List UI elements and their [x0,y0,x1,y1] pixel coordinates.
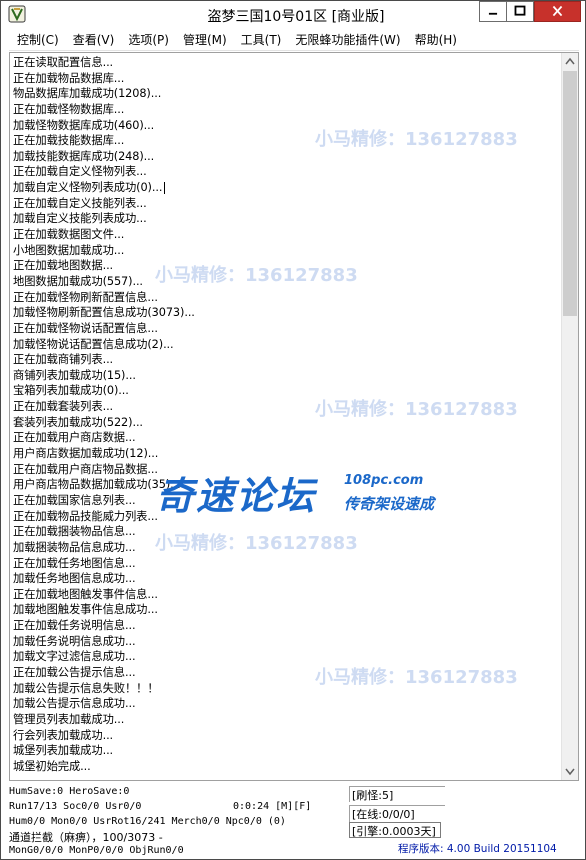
status-run: Run17/13 Soc0/0 Usr0/0 [9,801,142,812]
log-line: 城堡列表加载成功... [13,744,114,758]
status-hum: HumSave:0 HeroSave:0 [9,786,130,797]
log-line: 加载怪物刷新配置信息成功(3073)... [13,306,195,320]
log-line: 加载任务地图信息成功... [13,572,136,586]
log-line: 正在加载任务地图信息... [13,556,136,570]
watermark-text: 小马精修：136127883 [155,533,358,554]
log-line: 物品数据库加载成功(1208)... [13,87,162,101]
menu-options[interactable]: 选项(P) [120,30,175,50]
menu-bar: 控制(C) 查看(V) 选项(P) 管理(M) 工具(T) 无限蜂功能插件(W)… [9,30,579,51]
log-line: 正在加载自定义怪物列表... [13,165,147,179]
window-title: 盗梦三国10号01区 [商业版] [207,9,385,25]
log-line: 正在加载怪物说话配置信息... [13,321,158,335]
status-time: 0:0:24 [M][F] [233,801,312,812]
arrow-up-icon [565,57,575,65]
log-line: 正在加载任务说明信息... [13,619,136,633]
log-line: 正在加载怪物数据库... [13,102,125,116]
log-line: 行会列表加载成功... [13,728,114,742]
text-caret [164,182,166,195]
status-objects: MonG0/0/0 MonP0/0/0 ObjRun0/0 [9,845,184,855]
scroll-up-button[interactable] [562,53,578,70]
status-online-box: [在线:0/0/0] [349,805,445,822]
watermark-text: 小马精修：136127883 [315,399,518,420]
menu-tools[interactable]: 工具(T) [233,30,288,50]
status-monitor: Hum0/0 Mon0/0 UsrRot16/241 Merch0/0 Npc0… [9,816,286,827]
status-refresh-box: [刷怪:5] [349,786,445,802]
logo-tagline: 传奇架设速成 [344,495,435,513]
status-area: HumSave:0 HeroSave:0 Run17/13 Soc0/0 Usr… [9,784,579,858]
menu-control[interactable]: 控制(C) [9,30,65,50]
log-line: 加载怪物说话配置信息成功(2)... [13,337,174,351]
log-line: 正在加载地图触发事件信息... [13,587,158,601]
log-line: 加载自定义怪物列表成功(0)... [13,180,563,196]
close-icon [552,5,563,17]
log-line: 小地图数据加载成功... [13,243,125,257]
log-line: 管理员列表加载成功... [13,712,125,726]
log-line: 加载公告提示信息成功... [13,697,136,711]
log-line: 正在加载商铺列表... [13,353,114,367]
menu-view[interactable]: 查看(V) [65,30,121,50]
menu-plugins[interactable]: 无限蜂功能插件(W) [287,30,406,50]
log-textarea[interactable]: 正在读取配置信息... 正在加载物品数据库... 物品数据库加载成功(1208)..… [9,52,579,781]
log-line: 正在加载物品数据库... [13,71,125,85]
maximize-icon [514,5,526,16]
forum-logo: 奇速论坛 108pc.com 传奇架设速成 [156,465,452,521]
log-line: 正在加载怪物刷新配置信息... [13,290,158,304]
status-block: 通道拦截（麻痹），100/3073 - [9,831,163,844]
scroll-thumb[interactable] [563,71,577,316]
log-line: 正在读取配置信息... [13,56,114,69]
log-line: 加载地图触发事件信息成功... [13,603,158,617]
minimize-button[interactable] [479,1,506,22]
minimize-icon [488,12,498,15]
status-engine-box: [引擎:0.0003天] [349,822,441,838]
version-label: 程序版本: 4.00 Build 20151104 [398,843,557,855]
logo-main-text: 奇速论坛 [156,474,317,518]
watermark-text: 小马精修：136127883 [155,265,358,286]
server-window: 盗梦三国10号01区 [商业版] 控制(C) 查看(V) 选项(P) 管理(M)… [0,0,586,860]
watermark-text: 小马精修：136127883 [315,129,518,150]
log-line: 正在加载用户商店数据... [13,431,136,445]
maximize-button[interactable] [506,1,534,22]
log-line: 正在加载数据图文件... [13,228,125,242]
watermark-text: 小马精修：136127883 [315,667,518,688]
log-line: 用户商店数据加载成功(12)... [13,447,159,461]
log-line: 加载自定义技能列表成功... [13,212,147,226]
logo-url-text: 108pc.com [344,473,424,488]
title-bar[interactable]: 盗梦三国10号01区 [商业版] [1,1,585,30]
close-button[interactable] [534,1,581,22]
log-line: 城堡初始完成... [13,759,91,773]
vertical-scrollbar[interactable] [561,53,578,780]
scroll-down-button[interactable] [562,763,578,780]
log-line: 商铺列表加载成功(15)... [13,368,136,382]
menu-manage[interactable]: 管理(M) [175,30,233,50]
app-logo-icon [8,5,26,23]
menu-help[interactable]: 帮助(H) [407,30,463,50]
arrow-down-icon [565,768,575,776]
log-line: 加载任务说明信息成功... [13,634,136,648]
log-line: 加载技能数据库成功(248)... [13,149,155,163]
log-line: 正在加载自定义技能列表... [13,196,147,210]
